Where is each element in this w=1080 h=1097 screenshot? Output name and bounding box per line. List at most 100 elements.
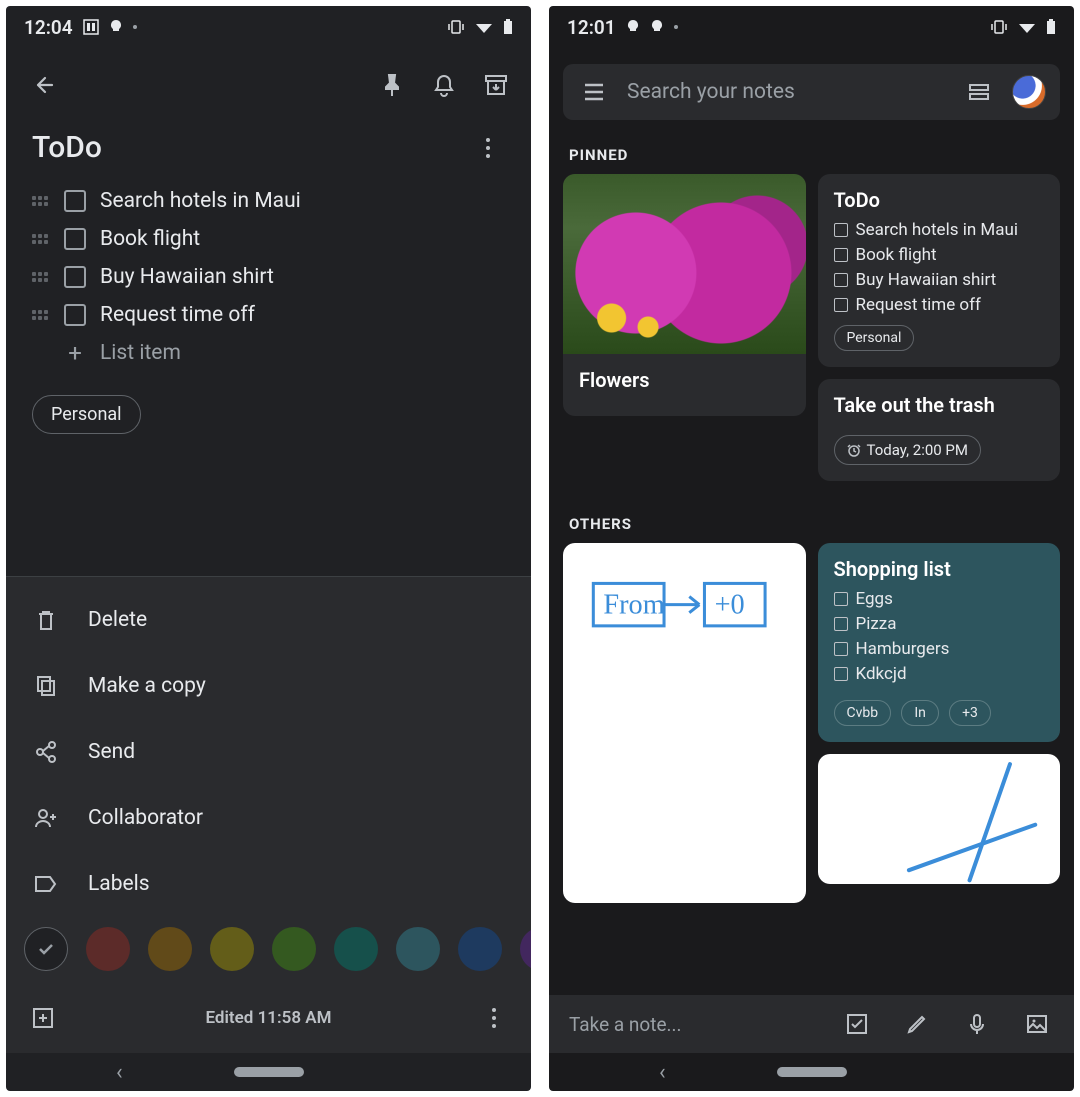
battery-icon [503, 19, 513, 35]
status-dot [133, 25, 137, 29]
more-icon[interactable] [477, 1001, 511, 1035]
wifi-icon [475, 20, 493, 34]
add-item-row[interactable]: + List item [32, 341, 505, 365]
copy-icon [32, 669, 60, 703]
new-image-icon[interactable] [1020, 1007, 1054, 1041]
color-swatch[interactable] [334, 927, 378, 971]
todo-item[interactable]: Buy Hawaiian shirt [32, 265, 505, 289]
menu-icon[interactable] [577, 75, 611, 109]
trash-icon [32, 603, 60, 637]
color-swatch[interactable] [148, 927, 192, 971]
card-item: Kdkcjd [834, 664, 1045, 684]
sheet-labels[interactable]: Labels [6, 851, 531, 917]
card-shopping[interactable]: Shopping list Eggs Pizza Hamburgers Kdkc… [818, 543, 1061, 742]
todo-item[interactable]: Book flight [32, 227, 505, 251]
editor-toolbar [6, 48, 531, 130]
search-bar[interactable]: Search your notes [563, 64, 1060, 120]
drag-handle-icon[interactable] [32, 310, 50, 320]
new-audio-icon[interactable] [960, 1007, 994, 1041]
card-title: Flowers [579, 368, 790, 392]
color-swatch[interactable] [458, 927, 502, 971]
card-title: Shopping list [834, 557, 1045, 581]
sheet-send[interactable]: Send [6, 719, 531, 785]
sheet-label: Delete [88, 608, 147, 632]
todo-list: Search hotels in Maui Book flight Buy Ha… [32, 189, 505, 365]
todo-item[interactable]: Request time off [32, 303, 505, 327]
color-default[interactable] [24, 927, 68, 971]
label-chip: In [901, 700, 939, 726]
todo-text[interactable]: Search hotels in Maui [100, 189, 301, 213]
nav-pill[interactable] [777, 1067, 847, 1077]
alarm-icon [847, 443, 861, 457]
card-drawing[interactable]: From +0 [563, 543, 806, 903]
sheet-collaborator[interactable]: Collaborator [6, 785, 531, 851]
nav-back-icon[interactable]: ‹ [659, 1060, 666, 1085]
todo-text[interactable]: Book flight [100, 227, 200, 251]
color-picker [6, 917, 531, 987]
sheet-copy[interactable]: Make a copy [6, 653, 531, 719]
card-flowers[interactable]: Flowers [563, 174, 806, 416]
checkbox-icon [834, 592, 848, 606]
label-chip: Personal [834, 325, 915, 351]
todo-text[interactable]: Request time off [100, 303, 255, 327]
sheet-delete[interactable]: Delete [6, 587, 531, 653]
label-chip: +3 [949, 700, 991, 726]
checkbox[interactable] [64, 228, 86, 250]
drag-handle-icon[interactable] [32, 196, 50, 206]
vibrate-icon [447, 19, 465, 35]
bottom-sheet: Delete Make a copy Send Collaborator Lab… [6, 576, 531, 1053]
pinned-grid: Flowers ToDo Search hotels in Maui Book … [549, 174, 1074, 481]
card-item: Search hotels in Maui [834, 220, 1045, 240]
drag-handle-icon[interactable] [32, 272, 50, 282]
view-toggle-icon[interactable] [962, 75, 996, 109]
back-button[interactable] [28, 68, 62, 102]
add-item-placeholder: List item [100, 341, 181, 365]
bulb-icon [109, 19, 123, 35]
card-title: Take out the trash [834, 393, 1045, 417]
color-swatch[interactable] [272, 927, 316, 971]
more-icon[interactable] [471, 131, 505, 165]
pin-icon[interactable] [375, 68, 409, 102]
sheet-label: Labels [88, 872, 150, 896]
archive-icon[interactable] [479, 68, 513, 102]
person-add-icon [32, 801, 60, 835]
status-bar: 12:04 [6, 6, 531, 48]
plus-icon: + [64, 341, 86, 365]
drag-handle-icon[interactable] [32, 234, 50, 244]
system-nav: ‹ [6, 1053, 531, 1091]
battery-icon [1046, 19, 1056, 35]
add-box-icon[interactable] [26, 1001, 60, 1035]
checkbox-icon [834, 667, 848, 681]
nav-back-icon[interactable]: ‹ [116, 1060, 123, 1085]
note-title-row: ToDo [32, 130, 505, 165]
todo-item[interactable]: Search hotels in Maui [32, 189, 505, 213]
share-icon [32, 735, 60, 769]
card-item: Pizza [834, 614, 1045, 634]
checkbox[interactable] [64, 304, 86, 326]
checkbox[interactable] [64, 190, 86, 212]
card-trash[interactable]: Take out the trash Today, 2:00 PM [818, 379, 1061, 481]
avatar[interactable] [1012, 75, 1046, 109]
bulb-icon [650, 19, 664, 35]
sheet-label: Collaborator [88, 806, 203, 830]
checkbox[interactable] [64, 266, 86, 288]
bulb-icon [626, 19, 640, 35]
note-title[interactable]: ToDo [32, 130, 102, 165]
color-swatch[interactable] [86, 927, 130, 971]
color-swatch[interactable] [396, 927, 440, 971]
color-swatch[interactable] [210, 927, 254, 971]
checkbox-icon [834, 298, 848, 312]
new-drawing-icon[interactable] [900, 1007, 934, 1041]
card-drawing-small[interactable] [818, 754, 1061, 884]
label-chip[interactable]: Personal [32, 395, 141, 434]
card-title: ToDo [834, 188, 1045, 212]
flowers-image [563, 174, 806, 354]
card-todo[interactable]: ToDo Search hotels in Maui Book flight B… [818, 174, 1061, 367]
take-note-label[interactable]: Take a note... [569, 1013, 814, 1036]
status-bar: 12:01 [549, 6, 1074, 48]
todo-text[interactable]: Buy Hawaiian shirt [100, 265, 274, 289]
reminder-icon[interactable] [427, 68, 461, 102]
nav-pill[interactable] [234, 1067, 304, 1077]
new-list-icon[interactable] [840, 1007, 874, 1041]
color-swatch[interactable] [520, 927, 531, 971]
